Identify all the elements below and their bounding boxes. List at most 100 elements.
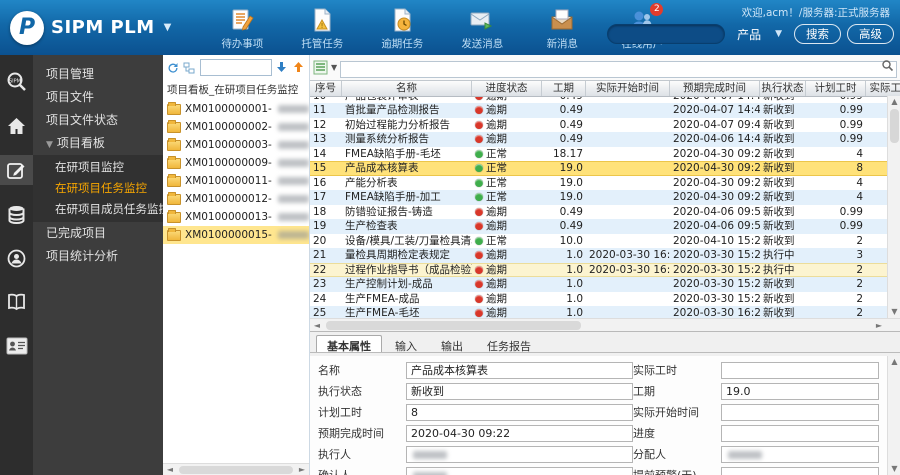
column-header[interactable]: 计划工时 <box>806 80 866 96</box>
brand-chevron-down-icon[interactable]: ▼ <box>164 22 172 33</box>
tab-任务报告[interactable]: 任务报告 <box>476 335 542 353</box>
search-button[interactable]: 搜索 <box>794 24 841 44</box>
field-input[interactable] <box>721 445 879 463</box>
rail-item-support[interactable] <box>0 243 33 273</box>
tree-item-project[interactable]: XM0100000003- <box>163 136 309 154</box>
toolbar-send-message[interactable]: 发送消息 <box>453 7 511 51</box>
nav-item[interactable]: 在研项目任务监控 <box>33 178 163 199</box>
table-row[interactable]: 22 过程作业指导书（成品检验）逾期 1.0 2020-03-30 16:582020… <box>310 262 900 277</box>
table-row[interactable]: 19 生产检查表 逾期 0.49 2020-04-06 09:50 新收到 0.99 <box>310 219 900 234</box>
scrollbar-thumb[interactable] <box>179 465 293 474</box>
field-input[interactable]: 新收到 <box>406 382 633 400</box>
tree-horizontal-scrollbar[interactable]: ◄ ► <box>163 463 309 475</box>
field-input[interactable]: 19.0 <box>721 382 879 400</box>
table-filter-input[interactable] <box>340 60 897 78</box>
nav-item[interactable]: 项目管理 <box>33 63 163 86</box>
rail-item-home[interactable] <box>0 111 33 141</box>
scrollbar-thumb[interactable] <box>326 320 581 330</box>
tree-item-project[interactable]: XM0100000012- <box>163 190 309 208</box>
tab-基本属性[interactable]: 基本属性 <box>316 335 382 353</box>
scroll-right-icon[interactable]: ► <box>295 465 309 474</box>
rail-item-id-card[interactable] <box>0 331 33 361</box>
table-row[interactable]: 18 防错验证报告-铸造 逾期 0.49 2020-04-06 09:50 新收到 0.99 <box>310 204 900 219</box>
scroll-left-icon[interactable]: ◄ <box>310 321 324 330</box>
table-row[interactable]: 25 生产FMEA-毛坯 逾期 1.0 2020-03-30 16:20 新收到 2 <box>310 306 900 318</box>
table-row[interactable]: 21 量检具周期检定表规定 逾期 1.0 2020-03-30 16:562020-03… <box>310 248 900 263</box>
nav-item[interactable]: 项目文件 <box>33 86 163 109</box>
view-options-chevron-icon[interactable]: ▼ <box>331 63 337 72</box>
nav-item[interactable]: 已完成项目 <box>33 222 163 245</box>
column-header[interactable]: 进度状态 <box>472 80 542 96</box>
scroll-up-icon[interactable]: ▲ <box>888 96 900 108</box>
tree-item-project[interactable]: XM0100000011- <box>163 172 309 190</box>
column-header[interactable]: 执行状态 <box>760 80 806 96</box>
column-header[interactable]: 实际开始时间 <box>586 80 670 96</box>
rail-item-edit[interactable] <box>0 155 33 185</box>
tree-item-project[interactable]: XM0100000013- <box>163 208 309 226</box>
table-row[interactable]: 17 FMEA缺陷手册-加工 正常 19.0 2020-04-30 09:22 新收到 4 <box>310 190 900 205</box>
scrollbar-thumb[interactable] <box>890 108 899 143</box>
table-row[interactable]: 12 初始过程能力分析报告 逾期 0.49 2020-04-07 09:43 新收到 0.9… <box>310 117 900 132</box>
table-row[interactable]: 23 生产控制计划-成品 逾期 1.0 2020-03-30 15:26 新收到 2 <box>310 277 900 292</box>
nav-item[interactable]: ▼ 项目看板 <box>33 132 163 155</box>
field-input[interactable] <box>721 361 879 379</box>
scroll-left-icon[interactable]: ◄ <box>163 465 177 474</box>
nav-item[interactable]: 项目文件状态 <box>33 109 163 132</box>
nav-item[interactable]: 在研项目成员任务监控 <box>33 199 163 220</box>
column-header[interactable]: 名称 <box>342 80 472 96</box>
collapse-tree-icon[interactable] <box>183 61 197 75</box>
column-header[interactable]: 工期 <box>542 80 586 96</box>
table-row[interactable]: 14 FMEA缺陷手册-毛坯 正常 18.17 2020-04-30 09:22 新收到 4 <box>310 146 900 161</box>
column-header[interactable]: 预期完成时间 <box>670 80 760 96</box>
rail-item-database[interactable] <box>0 199 33 229</box>
detail-vertical-scrollbar[interactable]: ▲ ▼ <box>887 356 900 475</box>
rail-item-search-logo[interactable]: SIPM <box>0 67 33 97</box>
tab-输出[interactable]: 输出 <box>430 335 474 353</box>
tree-search-input[interactable] <box>200 59 272 76</box>
table-row[interactable]: 15 产品成本核算表 正常 19.0 2020-04-30 09:22 新收到 8 <box>310 161 900 176</box>
column-header[interactable]: 实际工时 <box>866 81 900 96</box>
view-options-icon[interactable] <box>313 60 328 75</box>
scroll-up-icon[interactable]: ▲ <box>888 356 900 368</box>
nav-item[interactable]: 项目统计分析 <box>33 245 163 268</box>
tree-root-node[interactable]: 项目看板_在研项目任务监控 <box>163 79 309 100</box>
locate-up-icon[interactable] <box>292 61 306 75</box>
tree-item-project[interactable]: XM0100000009- <box>163 154 309 172</box>
field-input[interactable] <box>406 445 633 463</box>
field-input[interactable] <box>721 424 879 442</box>
global-search-input[interactable] <box>607 24 726 44</box>
table-row[interactable]: 11 首批量产品检测报告 逾期 0.49 2020-04-07 14:41 新收到 0.99 <box>310 103 900 118</box>
field-input[interactable]: 2020-04-30 09:22 <box>406 424 633 442</box>
field-input[interactable] <box>721 466 879 475</box>
field-input[interactable] <box>406 466 633 475</box>
tree-item-project[interactable]: XM0100000015- <box>163 226 309 244</box>
column-header[interactable]: 序号 <box>310 80 342 96</box>
locate-down-icon[interactable] <box>275 61 289 75</box>
scroll-right-icon[interactable]: ► <box>872 321 886 330</box>
brand[interactable]: P SIPM PLM ▼ <box>0 0 185 55</box>
table-horizontal-scrollbar[interactable]: ◄ ► <box>310 318 900 331</box>
advanced-search-button[interactable]: 高级 <box>847 24 894 44</box>
table-row[interactable]: 20 设备/模具/工装/刀量检具清单 正常 10.0 2020-04-10 15:26 新… <box>310 233 900 248</box>
field-input[interactable] <box>721 403 879 421</box>
toolbar-delegated-task[interactable]: ! 托管任务 <box>293 7 351 51</box>
toolbar-new-message[interactable]: 新消息 <box>533 7 591 51</box>
table-row[interactable]: 13 测量系统分析报告 逾期 0.49 2020-04-06 14:47 新收到 0.99 <box>310 132 900 147</box>
tab-输入[interactable]: 输入 <box>384 335 428 353</box>
refresh-icon[interactable] <box>166 61 180 75</box>
field-input[interactable]: 8 <box>406 403 633 421</box>
scroll-down-icon[interactable]: ▼ <box>888 463 900 475</box>
tree-item-project[interactable]: XM0100000002- <box>163 118 309 136</box>
nav-item[interactable]: 在研项目监控 <box>33 157 163 178</box>
scroll-down-icon[interactable]: ▼ <box>888 306 900 318</box>
toolbar-todo-list[interactable]: 待办事项 <box>213 7 271 51</box>
magnifier-icon[interactable] <box>881 59 894 78</box>
table-row[interactable]: 24 生产FMEA-成品 逾期 1.0 2020-03-30 15:26 新收到 2 <box>310 291 900 306</box>
table-vertical-scrollbar[interactable]: ▲ ▼ <box>887 95 900 318</box>
tree-item-project[interactable]: XM0100000001- <box>163 100 309 118</box>
search-scope-select[interactable]: 产品 ▼ <box>731 26 788 43</box>
toolbar-overdue-task[interactable]: 逾期任务 <box>373 7 431 51</box>
field-input[interactable]: 产品成本核算表 <box>406 361 633 379</box>
table-row[interactable]: 16 产能分析表 正常 19.0 2020-04-30 09:22 新收到 4 <box>310 175 900 190</box>
rail-item-book[interactable] <box>0 287 33 317</box>
